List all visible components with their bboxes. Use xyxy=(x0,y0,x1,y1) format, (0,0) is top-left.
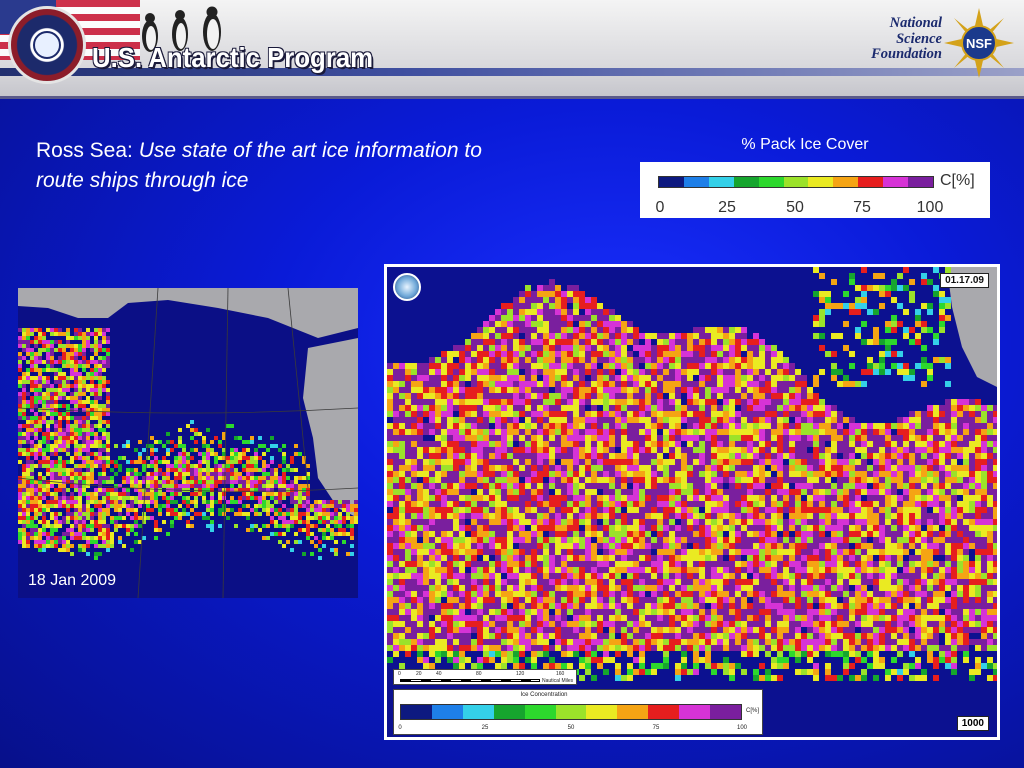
color-swatch xyxy=(431,705,463,719)
color-swatch xyxy=(659,177,684,187)
right-map-frame: 01.17.09 0 20 40 80 120 160 Nautical Mil… xyxy=(384,264,1000,740)
scale-tick: 160 xyxy=(556,671,565,677)
legend-tick: 75 xyxy=(853,199,871,216)
nsf-line-3: Foundation xyxy=(871,46,942,62)
color-swatch xyxy=(883,177,909,187)
color-swatch xyxy=(758,177,784,187)
nsf-wordmark: National Science Foundation xyxy=(856,15,942,63)
legend-color-bar xyxy=(658,176,934,188)
color-swatch xyxy=(493,705,525,719)
nsf-line-2: Science xyxy=(896,30,942,47)
scale-tick: 80 xyxy=(476,671,482,677)
left-map-image xyxy=(18,288,358,598)
nsf-line-1: National xyxy=(889,15,942,31)
color-swatch xyxy=(648,705,680,719)
ice-cover-legend: C[%] 0 25 50 75 100 xyxy=(640,162,990,218)
color-swatch xyxy=(733,177,759,187)
scale-tick: 40 xyxy=(436,671,442,677)
legend-tick: 25 xyxy=(718,199,736,216)
color-swatch xyxy=(524,705,556,719)
right-map-image xyxy=(387,267,997,737)
color-swatch xyxy=(908,177,933,187)
conc-tick: 0 xyxy=(398,725,402,731)
legend-title: % Pack Ice Cover xyxy=(741,136,869,153)
map-date: 01.17.09 xyxy=(940,273,989,288)
color-swatch xyxy=(783,177,809,187)
right-ice-map: 01.17.09 0 20 40 80 120 160 Nautical Mil… xyxy=(387,267,997,737)
color-swatch xyxy=(683,177,709,187)
color-swatch xyxy=(462,705,494,719)
conc-tick: 75 xyxy=(652,725,660,731)
program-title: U.S. Antarctic Program xyxy=(92,42,374,73)
nautical-scale: 0 20 40 80 120 160 Nautical Miles xyxy=(393,669,577,685)
agency-logo-icon xyxy=(393,273,421,301)
color-swatch xyxy=(710,705,741,719)
color-swatch xyxy=(401,705,432,719)
conc-tick: 50 xyxy=(567,725,575,731)
color-swatch xyxy=(586,705,618,719)
conc-unit: C[%] xyxy=(746,708,760,714)
color-swatch xyxy=(808,177,834,187)
color-swatch xyxy=(679,705,711,719)
left-map-caption: 18 Jan 2009 xyxy=(28,572,117,589)
antarctica-icon xyxy=(33,31,61,59)
conc-tick: 100 xyxy=(736,725,748,731)
nsf-logo-icon: NSF xyxy=(944,8,1014,78)
conc-color-bar xyxy=(400,704,742,720)
color-swatch xyxy=(708,177,734,187)
scale-label: Nautical Miles xyxy=(542,678,574,684)
legend-unit: C[%] xyxy=(940,172,975,189)
nsf-logo-text: NSF xyxy=(966,36,992,51)
legend-tick: 100 xyxy=(916,199,944,216)
conc-title: Ice Concentration xyxy=(520,692,568,698)
color-swatch xyxy=(617,705,649,719)
header-banner: U.S. Antarctic Program National Science … xyxy=(0,0,1024,99)
color-swatch xyxy=(555,705,587,719)
headline-prefix: Ross Sea: xyxy=(36,139,139,162)
scale-bar xyxy=(400,679,540,682)
scale-tick: 0 xyxy=(398,671,401,677)
legend-tick: 50 xyxy=(786,199,804,216)
left-ice-map xyxy=(18,288,358,598)
map-scale-number: 1000 xyxy=(956,716,989,731)
usap-seal-icon xyxy=(8,6,86,84)
headline: Ross Sea: Use state of the art ice infor… xyxy=(36,136,496,196)
color-swatch xyxy=(858,177,884,187)
scale-tick: 20 xyxy=(416,671,422,677)
ice-concentration-legend: Ice Concentration C[%] 0 25 50 75 100 xyxy=(393,689,763,735)
color-swatch xyxy=(833,177,859,187)
legend-tick: 0 xyxy=(655,199,665,216)
scale-tick: 120 xyxy=(516,671,525,677)
legend-ticks: 0 25 50 75 100 xyxy=(640,199,990,219)
conc-tick: 25 xyxy=(481,725,489,731)
